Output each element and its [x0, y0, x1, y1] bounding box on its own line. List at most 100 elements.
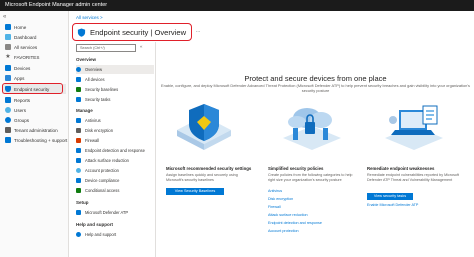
nav-item-label: Tenant administration	[14, 127, 58, 133]
antivirus-icon	[76, 118, 81, 123]
nav-item-troubleshooting[interactable]: Troubleshooting + support	[2, 135, 68, 145]
nav-item-users[interactable]: Users	[2, 105, 66, 115]
search-input[interactable]: Search (Ctrl+/)	[76, 44, 136, 52]
shield-illustration-icon	[177, 104, 231, 150]
nav-item-groups[interactable]: Groups	[2, 115, 66, 125]
blade-item-label: Security baselines	[85, 87, 119, 92]
blade-item-account-protection[interactable]: Account protection	[76, 166, 154, 175]
card-title-recommended-settings: Microsoft recommended security settings	[166, 166, 252, 171]
edr-icon	[76, 148, 81, 153]
blade-item-label: All devices	[85, 77, 105, 82]
help-icon	[76, 232, 81, 237]
nav-item-dashboard[interactable]: Dashboard	[2, 32, 66, 42]
blade-item-label: Account protection	[85, 168, 119, 173]
nav-item-label: Dashboard	[14, 34, 37, 40]
left-nav: « Home Dashboard All services ★ FAVORITE…	[0, 11, 69, 257]
card-desc-simplified-policies: Create policies from the following categ…	[268, 173, 353, 182]
nav-item-apps[interactable]: Apps	[2, 73, 66, 83]
wrench-icon	[5, 137, 11, 143]
nav-item-all-services[interactable]: All services	[2, 42, 66, 52]
view-security-baselines-button[interactable]: View Security Baselines	[166, 188, 224, 195]
nav-item-label: Troubleshooting + support	[14, 137, 68, 143]
blade-item-label: Device compliance	[85, 178, 120, 183]
card-title-simplified-policies: Simplified security policies	[268, 166, 324, 171]
blade-item-label: Disk encryption	[85, 128, 113, 133]
blade-item-antivirus[interactable]: Antivirus	[76, 116, 154, 125]
link-attack-surface-reduction[interactable]: Attack surface reduction	[268, 213, 308, 217]
compliance-icon	[76, 178, 81, 183]
nav-item-reports[interactable]: Reports	[2, 95, 66, 105]
card-desc-remediate-weaknesses: Remediate endpoint vulnerabilities repor…	[367, 173, 460, 182]
apps-icon	[5, 75, 11, 81]
home-icon	[5, 24, 11, 30]
account-icon	[76, 168, 81, 173]
section-setup: Setup	[76, 200, 89, 205]
blade-item-disk-encryption[interactable]: Disk encryption	[76, 126, 154, 135]
blade-item-device-compliance[interactable]: Device compliance	[76, 176, 154, 185]
nav-item-label: FAVORITES	[14, 54, 40, 60]
nav-section-favorites[interactable]: ★ FAVORITES	[2, 52, 66, 62]
blade-item-conditional-access[interactable]: Conditional access	[76, 186, 154, 195]
nav-item-label: Devices	[14, 65, 31, 71]
link-account-protection[interactable]: Account protection	[268, 229, 299, 233]
nav-item-label: Reports	[14, 97, 31, 103]
reports-icon	[5, 97, 11, 103]
baseline-icon	[76, 87, 81, 92]
devices-icon	[76, 77, 81, 82]
blade-item-label: Microsoft Defender ATP	[85, 210, 129, 215]
nav-item-devices[interactable]: Devices	[2, 63, 66, 73]
card-desc-recommended-settings: Assign baselines quickly and securely us…	[166, 173, 238, 182]
blade-item-defender-atp[interactable]: Microsoft Defender ATP	[76, 208, 154, 217]
overview-content: Protect and secure devices from one plac…	[157, 42, 474, 257]
blade-item-overview[interactable]: Overview	[76, 65, 154, 74]
star-icon: ★	[5, 54, 11, 60]
info-icon	[76, 67, 81, 72]
highlight-box	[2, 83, 63, 94]
blade-item-label: Firewall	[85, 138, 100, 143]
blade-item-all-devices[interactable]: All devices	[76, 75, 154, 84]
link-firewall[interactable]: Firewall	[268, 205, 281, 209]
banner-title: Protect and secure devices from one plac…	[244, 74, 387, 83]
view-security-tasks-button[interactable]: View security tasks	[367, 193, 413, 200]
tenant-icon	[5, 127, 11, 133]
tasks-icon	[76, 97, 81, 102]
page-title-box: Endpoint security | Overview	[72, 23, 192, 41]
cloud-lock-illustration-icon	[283, 108, 341, 150]
page-title: Endpoint security | Overview	[90, 27, 187, 37]
collapse-blade-icon[interactable]: «	[140, 44, 143, 49]
blade-item-firewall[interactable]: Firewall	[76, 136, 154, 145]
blade-item-label: Attack surface reduction	[85, 158, 129, 163]
nav-item-tenant-administration[interactable]: Tenant administration	[2, 125, 66, 135]
blade-item-help[interactable]: Help and support	[76, 230, 154, 239]
user-icon	[5, 107, 11, 113]
list-icon	[5, 44, 11, 50]
link-disk-encryption[interactable]: Disk encryption	[268, 197, 293, 201]
banner-subtitle: Enable, configure, and deploy Microsoft …	[161, 83, 470, 93]
blade-item-edr[interactable]: Endpoint detection and response	[76, 146, 154, 155]
firewall-icon	[76, 138, 81, 143]
blade-item-label: Endpoint detection and response	[85, 148, 145, 153]
more-options-icon[interactable]: ...	[196, 28, 200, 34]
nav-item-home[interactable]: Home	[2, 22, 66, 32]
link-edr[interactable]: Endpoint detection and response	[268, 221, 322, 225]
devices-icon	[5, 65, 11, 71]
blade-item-security-baselines[interactable]: Security baselines	[76, 85, 154, 94]
defender-icon	[76, 210, 81, 215]
breadcrumb[interactable]: All services >	[76, 15, 103, 20]
blade-nav: Search (Ctrl+/) « Overview Overview All …	[72, 42, 156, 257]
blade-item-label: Security tasks	[85, 97, 111, 102]
collapse-nav-icon[interactable]: «	[3, 13, 6, 21]
blade-item-asr[interactable]: Attack surface reduction	[76, 156, 154, 165]
section-overview: Overview	[76, 57, 97, 62]
app-title: Microsoft Endpoint Manager admin center	[5, 2, 108, 8]
groups-icon	[5, 117, 11, 123]
nav-item-label: Apps	[14, 75, 25, 81]
blade-item-security-tasks[interactable]: Security tasks	[76, 95, 154, 104]
conditional-access-icon	[76, 188, 81, 193]
link-antivirus[interactable]: Antivirus	[268, 189, 282, 193]
section-manage: Manage	[76, 108, 93, 113]
shield-icon	[77, 27, 86, 37]
link-enable-defender-atp[interactable]: Enable Microsoft Defender ATP	[367, 203, 418, 207]
dashboard-icon	[5, 34, 11, 40]
blade-item-label: Help and support	[85, 232, 117, 237]
